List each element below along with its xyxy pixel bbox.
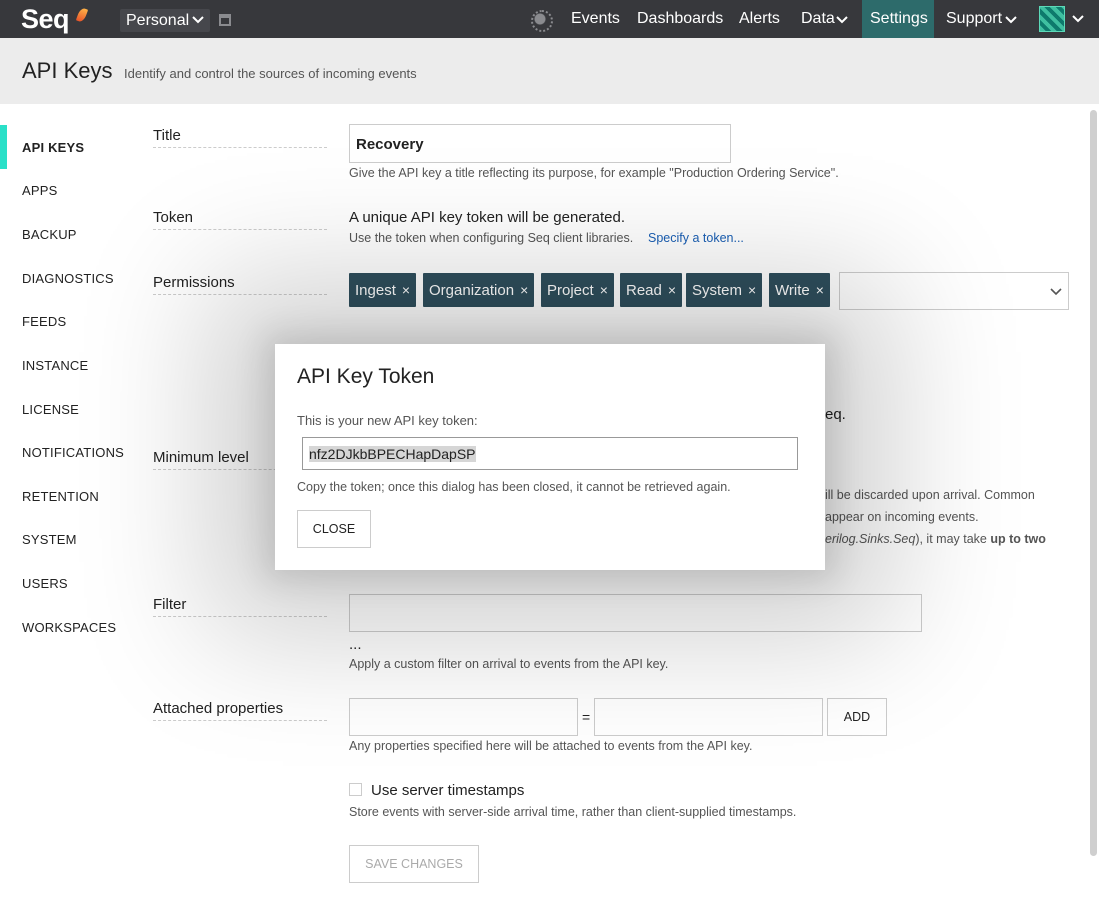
chevron-down-icon: [1005, 16, 1017, 24]
filter-label: Filter: [153, 596, 327, 617]
permission-tag-project: Project ×: [541, 273, 614, 307]
permission-tag-read: Read ×: [620, 273, 683, 307]
workspace-selector[interactable]: Personal: [120, 9, 210, 32]
close-button[interactable]: CLOSE: [297, 510, 371, 548]
seq-flame-icon: [75, 7, 89, 23]
sidebar-item-diagnostics[interactable]: DIAGNOSTICS: [22, 271, 114, 286]
partial-text-seq: eq.: [825, 406, 846, 423]
sidebar-item-retention[interactable]: RETENTION: [22, 489, 99, 504]
dialog-title: API Key Token: [297, 365, 435, 388]
nav-settings[interactable]: Settings: [862, 0, 934, 38]
remove-icon[interactable]: ×: [668, 282, 676, 298]
nav-support-label: Support: [946, 10, 1003, 27]
seq-logo[interactable]: Seq: [21, 4, 70, 35]
server-timestamps-checkbox[interactable]: [349, 783, 362, 796]
chevron-down-icon: [192, 16, 204, 24]
title-help: Give the API key a title reflecting its …: [349, 166, 839, 180]
server-timestamps-label[interactable]: Use server timestamps: [371, 782, 524, 799]
nav-dashboards[interactable]: Dashboards: [629, 0, 731, 38]
page-title: API Keys: [22, 58, 113, 83]
token-label: Token: [153, 209, 327, 230]
title-input[interactable]: Recovery: [349, 124, 731, 163]
property-name-input[interactable]: [349, 698, 578, 736]
minimum-level-help-rest: ), it may take: [915, 532, 991, 546]
user-avatar[interactable]: [1039, 6, 1065, 32]
sidebar-item-system[interactable]: SYSTEM: [22, 532, 77, 547]
filter-input[interactable]: [349, 594, 922, 632]
permission-name: Project: [547, 282, 594, 299]
chevron-down-icon: [836, 16, 848, 24]
workspace-icon[interactable]: [219, 14, 231, 26]
title-label: Title: [153, 127, 327, 148]
chevron-down-icon: [1050, 288, 1062, 296]
sidebar-item-backup[interactable]: BACKUP: [22, 227, 77, 242]
sidebar-item-apps[interactable]: APPS: [22, 183, 57, 198]
specify-token-link[interactable]: Specify a token...: [648, 231, 744, 245]
remove-icon[interactable]: ×: [520, 282, 528, 298]
permission-tag-system: System ×: [686, 273, 763, 307]
permissions-select[interactable]: [839, 272, 1069, 310]
remove-icon[interactable]: ×: [402, 282, 410, 298]
minimum-level-help-3: erilog.Sinks.Seq), it may take up to two: [825, 532, 1046, 546]
token-text: A unique API key token will be generated…: [349, 209, 626, 226]
sidebar-item-workspaces[interactable]: WORKSPACES: [22, 620, 116, 635]
minimum-level-help-2: appear on incoming events.: [825, 510, 979, 524]
attached-properties-label: Attached properties: [153, 700, 327, 721]
page-header: API Keys Identify and control the source…: [0, 38, 1099, 104]
sidebar-item-feeds[interactable]: FEEDS: [22, 314, 66, 329]
nav-events[interactable]: Events: [563, 0, 628, 38]
api-key-token-dialog: API Key Token This is your new API key t…: [275, 344, 825, 570]
permission-name: Write: [775, 282, 810, 299]
sidebar-item-license[interactable]: LICENSE: [22, 402, 79, 417]
dialog-message: This is your new API key token:: [297, 413, 478, 428]
top-nav: Seq Personal Events Dashboards Alerts Da…: [0, 0, 1099, 38]
remove-icon[interactable]: ×: [600, 282, 608, 298]
save-changes-button[interactable]: SAVE CHANGES: [349, 845, 479, 883]
minimum-level-help-italic: erilog.Sinks.Seq: [825, 532, 916, 546]
minimum-level-help-bold: up to two: [990, 532, 1046, 546]
server-timestamps-help: Store events with server-side arrival ti…: [349, 805, 797, 819]
chevron-down-icon[interactable]: [1071, 10, 1085, 28]
filter-help: Apply a custom filter on arrival to even…: [349, 657, 669, 671]
remove-icon[interactable]: ×: [748, 282, 756, 298]
property-value-input[interactable]: [594, 698, 823, 736]
permission-tag-write: Write ×: [769, 273, 830, 307]
nav-data-label: Data: [801, 10, 835, 27]
permission-name: Organization: [429, 282, 515, 299]
nav-support[interactable]: Support: [938, 0, 1026, 38]
attached-properties-help: Any properties specified here will be at…: [349, 739, 753, 753]
permission-name: System: [692, 282, 743, 299]
sidebar-active-marker: [0, 125, 7, 169]
theme-toggle-icon[interactable]: [531, 10, 553, 32]
sidebar-item-users[interactable]: USERS: [22, 576, 68, 591]
sidebar-item-notifications[interactable]: NOTIFICATIONS: [22, 445, 124, 460]
nav-alerts[interactable]: Alerts: [731, 0, 788, 38]
permission-name: Ingest: [355, 282, 396, 299]
permission-tag-ingest: Ingest ×: [349, 273, 417, 307]
filter-ellipsis: ...: [349, 636, 362, 653]
equals-sign: =: [582, 709, 591, 725]
permissions-label: Permissions: [153, 274, 327, 295]
permission-tag-organization: Organization ×: [423, 273, 535, 307]
token-help: Use the token when configuring Seq clien…: [349, 231, 634, 245]
dialog-warning: Copy the token; once this dialog has bee…: [297, 480, 731, 494]
sidebar-item-api-keys[interactable]: API KEYS: [22, 140, 84, 155]
add-property-button[interactable]: ADD: [827, 698, 887, 736]
minimum-level-help-1: ill be discarded upon arrival. Common: [825, 488, 1035, 502]
scrollbar[interactable]: [1090, 110, 1097, 856]
title-input-value: Recovery: [356, 136, 424, 153]
token-value: nfz2DJkbBPECHapDapSP: [309, 446, 476, 462]
sidebar-item-instance[interactable]: INSTANCE: [22, 358, 88, 373]
workspace-label: Personal: [126, 12, 190, 29]
page-subtitle: Identify and control the sources of inco…: [124, 66, 417, 81]
token-field[interactable]: nfz2DJkbBPECHapDapSP: [302, 437, 798, 470]
permission-name: Read: [626, 282, 662, 299]
remove-icon[interactable]: ×: [816, 282, 824, 298]
nav-data[interactable]: Data: [793, 0, 855, 38]
